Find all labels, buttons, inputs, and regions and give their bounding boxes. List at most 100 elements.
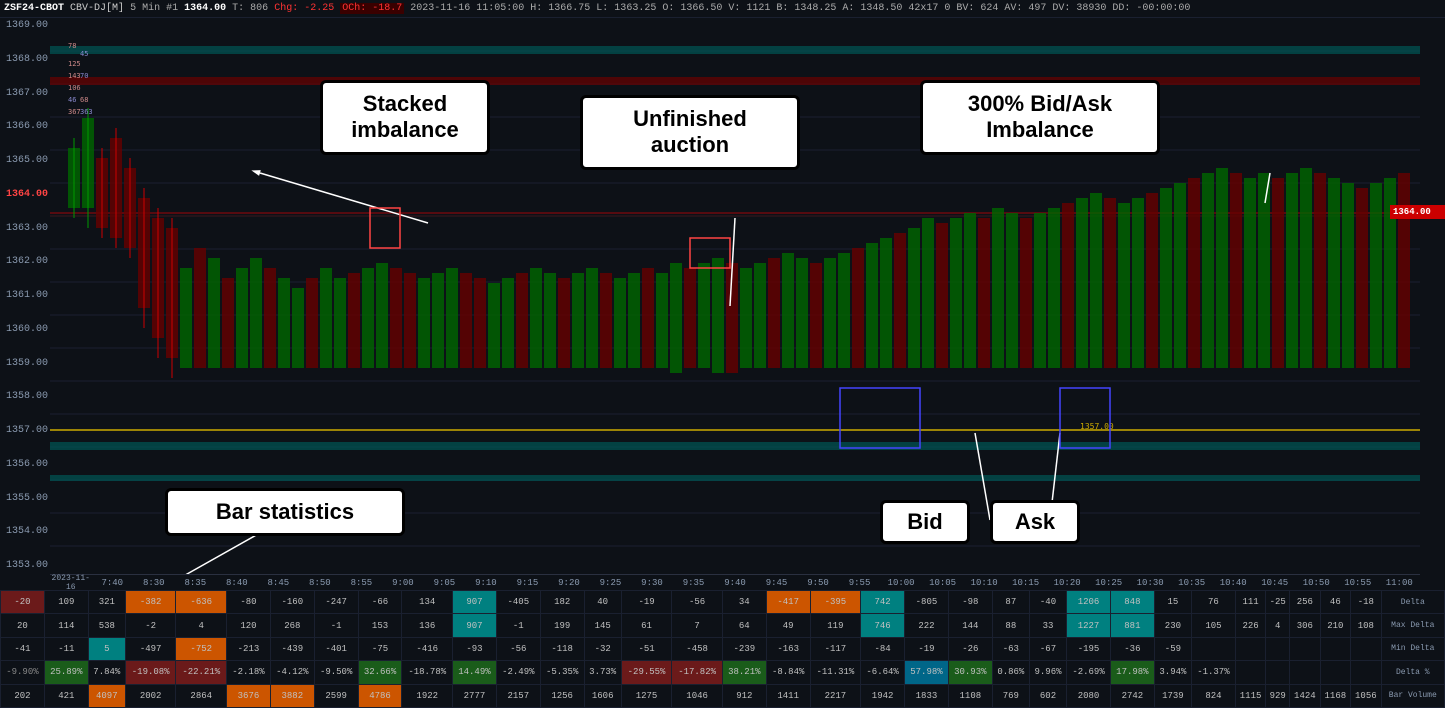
time-label-1040: 10:40	[1212, 578, 1254, 588]
time-label-920: 9:20	[548, 578, 590, 588]
ask-box: Ask	[990, 500, 1080, 544]
delta-cell-31: 256	[1290, 591, 1320, 614]
mindelta-cell-29	[1235, 637, 1265, 660]
barvol-cell-20: 1942	[861, 684, 905, 707]
maxdelta-cell-16: 7	[672, 614, 723, 637]
maxdelta-cell-27: 230	[1154, 614, 1191, 637]
delta-cell-32: 46	[1320, 591, 1350, 614]
barvol-row-label: Bar Volume	[1381, 684, 1444, 707]
bar-volume-row: 202 421 4097 2002 2864 3676 3882 2599 47…	[1, 684, 1445, 707]
time-label-940: 9:40	[714, 578, 756, 588]
svg-text:1357.00: 1357.00	[1080, 422, 1114, 431]
delta-cell-3: 321	[88, 591, 125, 614]
maxdelta-cell-7: 268	[270, 614, 314, 637]
delta-cell-21: -805	[905, 591, 949, 614]
price-level-1365: 1365.00	[2, 155, 48, 167]
barvol-cell-31: 1424	[1290, 684, 1320, 707]
current-price-box: 1364.00	[1390, 205, 1445, 219]
barvol-cell-8: 2599	[314, 684, 358, 707]
delta-cell-19: -395	[810, 591, 861, 614]
deltapct-cell-12: -2.49%	[496, 661, 540, 684]
maxdelta-cell-10: 136	[402, 614, 453, 637]
maxdelta-cell-33: 108	[1351, 614, 1381, 637]
maxdelta-cell-18: 49	[766, 614, 810, 637]
deltapct-cell-20: -6.64%	[861, 661, 905, 684]
price-level-1362: 1362.00	[2, 256, 48, 268]
price-level-1356: 1356.00	[2, 459, 48, 471]
ohlcv-values: H: 1366.75 L: 1363.25 O: 1366.50 V: 1121…	[530, 3, 1190, 14]
deltapct-cell-6: -2.18%	[227, 661, 271, 684]
time-label-935: 9:35	[673, 578, 715, 588]
maxdelta-cell-5: 4	[176, 614, 227, 637]
mindelta-cell-21: -19	[905, 637, 949, 660]
time-label-930: 9:30	[631, 578, 673, 588]
time-label-date: 2023-11-16	[50, 574, 92, 592]
mindelta-row-label: Min Delta	[1381, 637, 1444, 660]
barvol-cell-24: 602	[1029, 684, 1066, 707]
price-level-1368: 1368.00	[2, 54, 48, 66]
delta-cell-4: -382	[125, 591, 176, 614]
barvol-cell-12: 2157	[496, 684, 540, 707]
time-label-1035: 10:35	[1171, 578, 1213, 588]
svg-text:78: 78	[68, 42, 76, 50]
barvol-cell-1: 202	[1, 684, 45, 707]
mindelta-cell-32	[1320, 637, 1350, 660]
barvol-cell-33: 1056	[1351, 684, 1381, 707]
unfinished-auction-line2: auction	[595, 132, 785, 158]
deltapct-cell-3: 7.84%	[88, 661, 125, 684]
deltapct-cell-30	[1266, 661, 1290, 684]
header-symbol-text: ZSF24-CBOT CBV-DJ[M] 5 Min #1 1364.00 T:…	[0, 3, 1190, 14]
delta-cell-28: 76	[1191, 591, 1235, 614]
delta-cell-6: -80	[227, 591, 271, 614]
delta-cell-8: -247	[314, 591, 358, 614]
deltapct-cell-9: 32.66%	[358, 661, 402, 684]
deltapct-cell-31	[1290, 661, 1320, 684]
svg-text:125: 125	[68, 60, 81, 68]
time-axis: 2023-11-16 7:40 8:30 8:35 8:40 8:45 8:50…	[50, 574, 1420, 590]
price-level-1360: 1360.00	[2, 324, 48, 336]
time-label-830: 8:30	[133, 578, 175, 588]
svg-text:70: 70	[80, 72, 88, 80]
barvol-cell-2: 421	[44, 684, 88, 707]
chg-display: Chg: -2.25	[274, 3, 334, 14]
chart-header: ZSF24-CBOT CBV-DJ[M] 5 Min #1 1364.00 T:…	[0, 0, 1445, 18]
barvol-cell-28: 824	[1191, 684, 1235, 707]
delta-cell-33: -18	[1351, 591, 1381, 614]
price-level-1367: 1367.00	[2, 88, 48, 100]
time-label-1055: 10:55	[1337, 578, 1379, 588]
mindelta-cell-14: -32	[584, 637, 621, 660]
barvol-cell-6: 3676	[227, 684, 271, 707]
svg-text:68: 68	[80, 96, 88, 104]
deltapct-cell-24: 9.96%	[1029, 661, 1066, 684]
barvol-cell-4: 2002	[125, 684, 176, 707]
deltapct-cell-21: 57.98%	[905, 661, 949, 684]
maxdelta-cell-9: 153	[358, 614, 402, 637]
deltapct-cell-17: 38.21%	[722, 661, 766, 684]
time-label-1015: 10:15	[1005, 578, 1047, 588]
delta-pct-row: -9.90% 25.89% 7.84% -19.08% -22.21% -2.1…	[1, 661, 1445, 684]
deltapct-cell-5: -22.21%	[176, 661, 227, 684]
ochg-display: OCh: -18.7	[340, 3, 404, 14]
barvol-cell-32: 1168	[1320, 684, 1350, 707]
time-label-915: 9:15	[507, 578, 549, 588]
time-label-1025: 10:25	[1088, 578, 1130, 588]
price-axis-left: 1369.00 1368.00 1367.00 1366.00 1365.00 …	[0, 18, 50, 608]
maxdelta-cell-11: 907	[453, 614, 497, 637]
price-level-1369: 1369.00	[2, 20, 48, 32]
deltapct-cell-32	[1320, 661, 1350, 684]
maxdelta-cell-24: 33	[1029, 614, 1066, 637]
maxdelta-cell-22: 144	[948, 614, 992, 637]
deltapct-cell-26: 17.98%	[1110, 661, 1154, 684]
delta-cell-22: -98	[948, 591, 992, 614]
deltapct-cell-23: 0.86%	[992, 661, 1029, 684]
delta-cell-11: 907	[453, 591, 497, 614]
indicator-label: CBV-DJ[M]	[70, 3, 124, 14]
time-label-1100: 11:00	[1379, 578, 1421, 588]
time-label-1030: 10:30	[1129, 578, 1171, 588]
mindelta-cell-27: -59	[1154, 637, 1191, 660]
delta-cell-9: -66	[358, 591, 402, 614]
bar-statistics-text: Bar statistics	[180, 499, 390, 525]
barvol-cell-17: 912	[722, 684, 766, 707]
delta-cell-7: -160	[270, 591, 314, 614]
deltapct-cell-28: -1.37%	[1191, 661, 1235, 684]
